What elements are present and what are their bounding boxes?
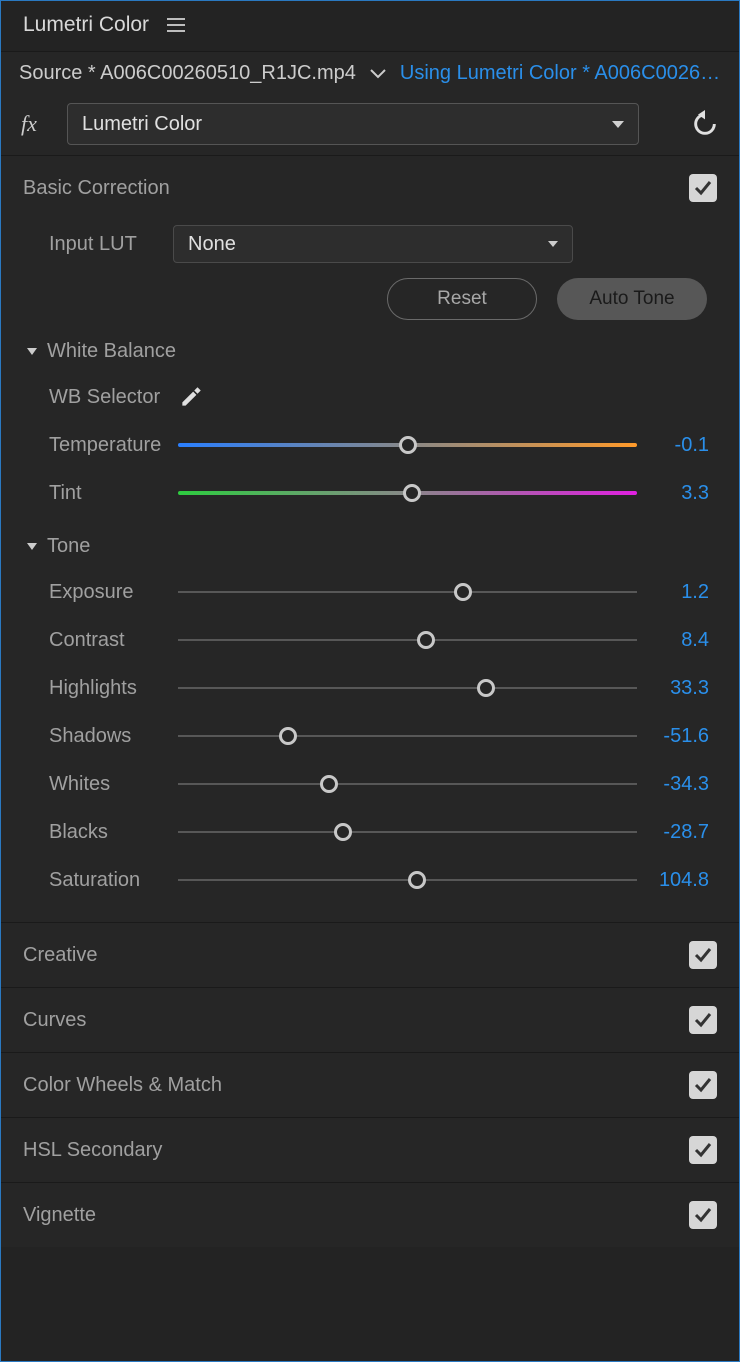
section-checkbox[interactable] (689, 174, 717, 202)
input-lut-label: Input LUT (23, 233, 173, 256)
breadcrumb-source[interactable]: Source * A006C00260510_R1JC.mp4 (19, 62, 356, 85)
chevron-down-icon (27, 348, 37, 355)
section-checkbox[interactable] (689, 1006, 717, 1034)
slider-knob[interactable] (320, 775, 338, 793)
slider-knob[interactable] (399, 436, 417, 454)
reset-icon[interactable] (691, 110, 719, 138)
slider-knob[interactable] (477, 679, 495, 697)
eyedropper-icon[interactable] (178, 384, 204, 410)
contrast-track[interactable] (178, 628, 637, 652)
auto-tone-button[interactable]: Auto Tone (557, 278, 707, 320)
section-checkbox[interactable] (689, 1201, 717, 1229)
temperature-value[interactable]: -0.1 (637, 434, 717, 457)
breadcrumb: Source * A006C00260510_R1JC.mp4 Using Lu… (1, 51, 739, 97)
effect-row: fx Lumetri Color (1, 97, 739, 155)
section-creative: Creative (1, 922, 739, 987)
slider-knob[interactable] (403, 484, 421, 502)
white-balance-group[interactable]: White Balance (23, 330, 717, 373)
wb-selector-label: WB Selector (23, 386, 178, 409)
temperature-track[interactable] (178, 433, 637, 457)
section-header[interactable]: Basic Correction (1, 156, 739, 220)
section-header[interactable]: Creative (1, 923, 739, 987)
temperature-slider: Temperature -0.1 (23, 421, 717, 469)
chevron-down-icon (612, 121, 624, 128)
section-checkbox[interactable] (689, 1071, 717, 1099)
shadows-track[interactable] (178, 724, 637, 748)
whites-value[interactable]: -34.3 (637, 773, 717, 796)
section-header[interactable]: Color Wheels & Match (1, 1053, 739, 1117)
section-hsl-secondary: HSL Secondary (1, 1117, 739, 1182)
breadcrumb-sequence[interactable]: Using Lumetri Color * A006C0026… (400, 62, 721, 85)
blacks-track[interactable] (178, 820, 637, 844)
highlights-slider: Highlights 33.3 (23, 664, 717, 712)
panel-header: Lumetri Color (1, 1, 739, 51)
slider-knob[interactable] (279, 727, 297, 745)
input-lut-dropdown[interactable]: None (173, 225, 573, 263)
section-header[interactable]: Curves (1, 988, 739, 1052)
input-lut-value: None (188, 233, 236, 256)
tint-slider: Tint 3.3 (23, 469, 717, 517)
shadows-slider: Shadows -51.6 (23, 712, 717, 760)
section-curves: Curves (1, 987, 739, 1052)
panel-title: Lumetri Color (23, 13, 149, 37)
input-lut-row: Input LUT None (23, 220, 717, 268)
highlights-track[interactable] (178, 676, 637, 700)
chevron-down-icon (27, 543, 37, 550)
chevron-down-icon[interactable] (370, 62, 386, 85)
contrast-value[interactable]: 8.4 (637, 629, 717, 652)
section-checkbox[interactable] (689, 1136, 717, 1164)
section-title: Basic Correction (23, 177, 170, 200)
blacks-value[interactable]: -28.7 (637, 821, 717, 844)
whites-slider: Whites -34.3 (23, 760, 717, 808)
section-header[interactable]: HSL Secondary (1, 1118, 739, 1182)
tone-group[interactable]: Tone (23, 525, 717, 568)
section-checkbox[interactable] (689, 941, 717, 969)
slider-knob[interactable] (417, 631, 435, 649)
slider-knob[interactable] (334, 823, 352, 841)
section-color-wheels: Color Wheels & Match (1, 1052, 739, 1117)
slider-knob[interactable] (454, 583, 472, 601)
wb-selector-row: WB Selector (23, 373, 717, 421)
tint-track[interactable] (178, 481, 637, 505)
reset-button[interactable]: Reset (387, 278, 537, 320)
group-title: Tone (47, 535, 90, 558)
blacks-slider: Blacks -28.7 (23, 808, 717, 856)
shadows-value[interactable]: -51.6 (637, 725, 717, 748)
saturation-slider: Saturation 104.8 (23, 856, 717, 904)
fx-badge[interactable]: fx (21, 111, 55, 137)
section-vignette: Vignette (1, 1182, 739, 1247)
slider-knob[interactable] (408, 871, 426, 889)
exposure-value[interactable]: 1.2 (637, 581, 717, 604)
highlights-value[interactable]: 33.3 (637, 677, 717, 700)
saturation-track[interactable] (178, 868, 637, 892)
effect-name: Lumetri Color (82, 113, 202, 136)
saturation-value[interactable]: 104.8 (637, 869, 717, 892)
whites-track[interactable] (178, 772, 637, 796)
exposure-track[interactable] (178, 580, 637, 604)
panel-menu-icon[interactable] (167, 18, 185, 32)
chevron-down-icon (548, 241, 558, 247)
section-basic-correction: Basic Correction Input LUT None Reset Au… (1, 155, 739, 922)
tint-value[interactable]: 3.3 (637, 482, 717, 505)
section-header[interactable]: Vignette (1, 1183, 739, 1247)
contrast-slider: Contrast 8.4 (23, 616, 717, 664)
group-title: White Balance (47, 340, 176, 363)
effect-dropdown[interactable]: Lumetri Color (67, 103, 639, 145)
exposure-slider: Exposure 1.2 (23, 568, 717, 616)
